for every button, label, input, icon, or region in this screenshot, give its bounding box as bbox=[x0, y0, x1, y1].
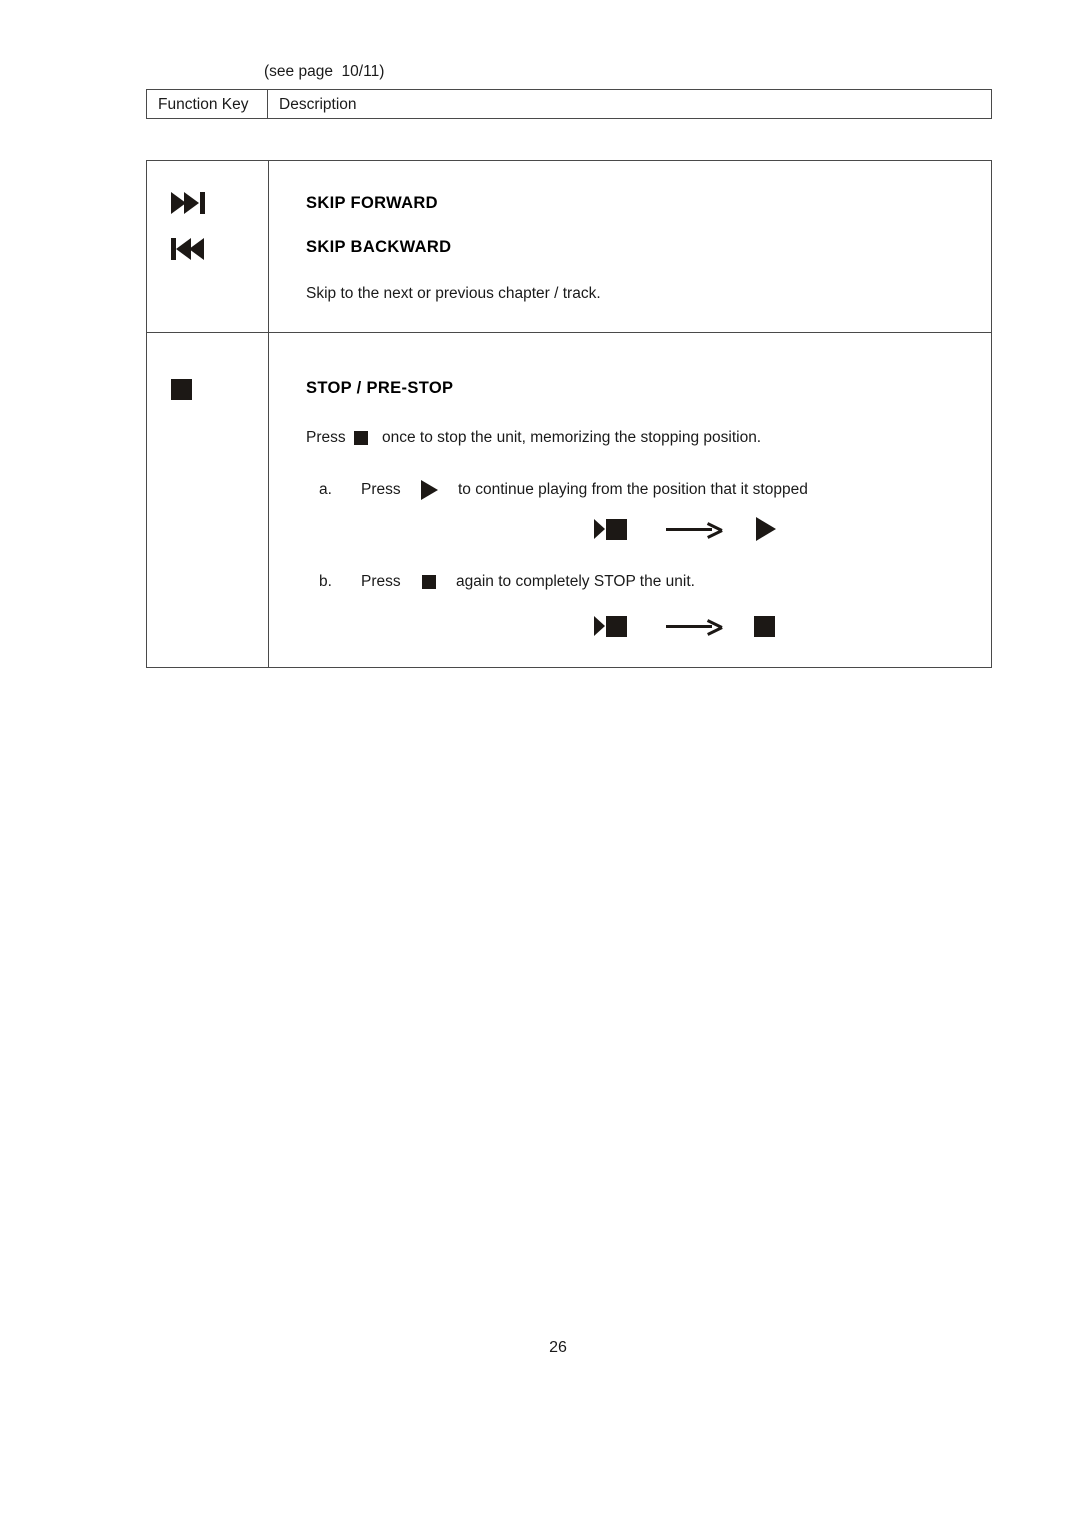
heading-skip-backward: SKIP BACKWARD bbox=[306, 238, 452, 256]
page-number-value: 26 bbox=[549, 1339, 567, 1356]
play-icon bbox=[421, 480, 438, 500]
header-label-function-key: Function Key bbox=[158, 96, 249, 113]
skip-backward-icon bbox=[171, 238, 215, 260]
text-step-b: again to completely STOP the unit. bbox=[456, 573, 695, 590]
stop-icon bbox=[171, 379, 192, 400]
text-step-a: to continue playing from the position th… bbox=[458, 481, 808, 498]
right-arrow-icon bbox=[666, 619, 723, 636]
function-key-body-table: SKIP FORWARD SKIP BACKWARD Skip to the n… bbox=[146, 160, 992, 668]
stop-icon bbox=[422, 575, 436, 589]
header-label-description: Description bbox=[279, 96, 357, 113]
glyph-stop bbox=[754, 616, 775, 637]
stop-icon bbox=[354, 431, 368, 445]
diagram-prestop-to-stop bbox=[306, 615, 775, 641]
header-cell-function-key: Function Key bbox=[147, 90, 268, 118]
text-stop-intro: once to stop the unit, memorizing the st… bbox=[382, 429, 762, 446]
heading-skip-forward: SKIP FORWARD bbox=[306, 194, 438, 212]
see-page-caption: (see page 10/11) bbox=[264, 63, 385, 80]
heading-stop-prestop: STOP / PRE-STOP bbox=[306, 379, 454, 397]
function-key-header-table: Function Key Description bbox=[146, 89, 992, 119]
right-arrow-icon bbox=[666, 522, 723, 539]
document-page: (see page 10/11) Function Key Descriptio… bbox=[0, 0, 1080, 1528]
page-number: 26 bbox=[0, 1339, 1080, 1357]
skip-forward-icon bbox=[171, 192, 215, 214]
text-skip-description: Skip to the next or previous chapter / t… bbox=[306, 285, 601, 302]
text-press-label-step-b: Press bbox=[361, 573, 401, 590]
table-row-skip-description-cell: SKIP FORWARD SKIP BACKWARD Skip to the n… bbox=[268, 161, 991, 332]
marker-step-b: b. bbox=[319, 573, 332, 590]
text-press-label-intro: Press bbox=[306, 429, 346, 446]
diagram-prestop-to-play bbox=[306, 517, 776, 544]
text-press-label-step-a: Press bbox=[361, 481, 401, 498]
header-cell-description: Description bbox=[268, 90, 991, 118]
table-row-stop-icon-cell bbox=[147, 332, 268, 667]
table-row-skip-icon-cell bbox=[147, 161, 268, 332]
glyph-play bbox=[756, 517, 776, 541]
marker-step-a: a. bbox=[319, 481, 332, 498]
table-row-stop-description-cell: STOP / PRE-STOP Press once to stop the u… bbox=[268, 332, 991, 667]
